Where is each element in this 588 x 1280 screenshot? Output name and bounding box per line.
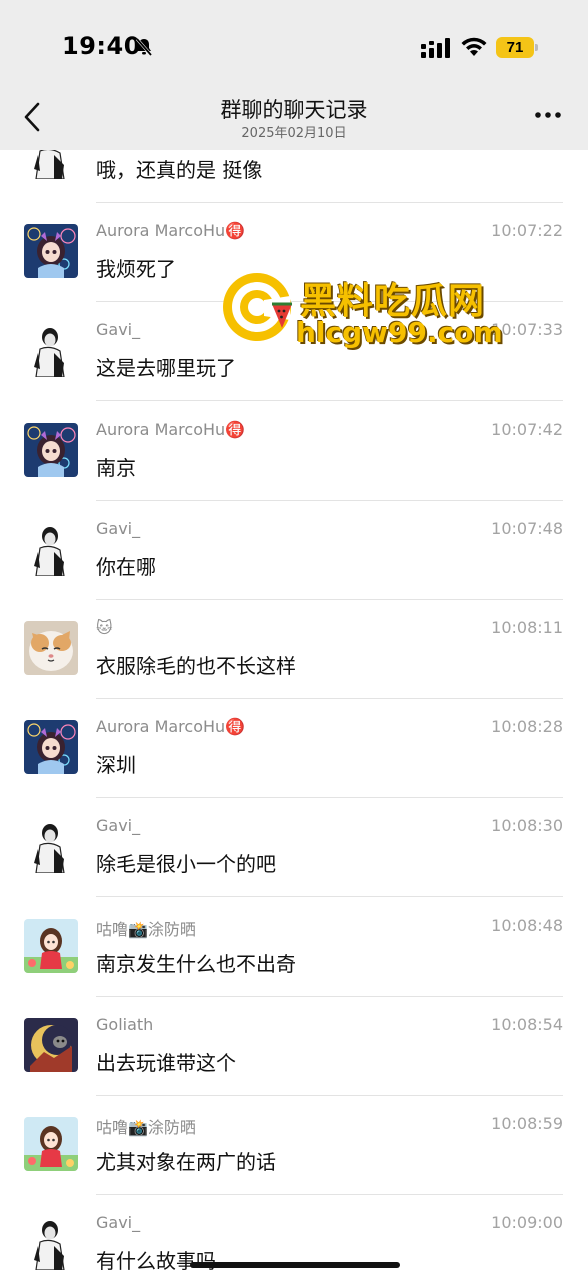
status-time: 19:40 [62,32,141,60]
wifi-icon [461,37,487,56]
message-row[interactable]: Aurora MarcoHu🉐 10:08:28 深圳 [0,699,588,799]
sender-name: 🐱 [96,618,113,637]
message-text: 除毛是很小一个的吧 [96,852,276,877]
avatar[interactable] [24,150,78,179]
page-title: 群聊的聊天记录 [220,98,368,122]
message-time: 10:07:42 [491,419,563,439]
top-bar: 19:40 71 群聊的聊天记录 2025年02月10日 [0,0,588,150]
message-row[interactable]: 咕噜📸涂防晒 10:08:59 尤其对象在两广的话 [0,1096,588,1195]
sender-name: Goliath [96,1014,154,1034]
sender-name: Aurora MarcoHu🉐 [96,221,246,241]
nav-bar: 群聊的聊天记录 2025年02月10日 [0,88,588,150]
message-row[interactable]: Aurora MarcoHu🉐 10:07:22 我烦死了 [0,203,588,303]
message-text: 你在哪 [96,554,156,579]
battery-cap [535,44,538,51]
avatar[interactable] [24,422,78,477]
message-row[interactable]: Gavi_ 10:07:48 你在哪 [0,501,588,600]
avatar[interactable] [24,621,78,675]
message-text: 这是去哪里玩了 [96,356,236,381]
message-text: 出去玩谁带这个 [96,1050,236,1075]
sender-name: Gavi_ [96,1213,141,1233]
message-row[interactable]: Goliath 10:08:54 出去玩谁带这个 [0,997,588,1096]
message-row[interactable]: 哦，还真的是 挺像 [0,150,588,203]
message-row[interactable]: 咕噜📸涂防晒 10:08:48 南京发生什么也不出奇 [0,898,588,997]
message-text: 哦，还真的是 挺像 [96,158,263,182]
message-row[interactable]: Gavi_ 10:07:33 这是去哪里玩了 [0,302,588,402]
page-subtitle-date: 2025年02月10日 [241,126,347,141]
battery-level: 71 [506,39,524,56]
home-indicator[interactable] [190,1262,400,1268]
avatar[interactable] [24,323,78,378]
bell-slash-icon [135,38,153,56]
message-row[interactable]: 🐱 10:08:11 衣服除毛的也不长这样 [0,600,588,699]
sender-name: Aurora MarcoHu🉐 [96,419,246,439]
message-row[interactable]: Gavi_ 10:08:30 除毛是很小一个的吧 [0,798,588,898]
message-text: 尤其对象在两广的话 [96,1150,276,1174]
message-row[interactable]: Aurora MarcoHu🉐 10:07:42 南京 [0,402,588,501]
signal-icon [421,38,450,58]
chat-record-list[interactable]: 哦，还真的是 挺像 Aurora MarcoHu🉐 10:07:22 我烦死了 Gavi… [0,150,588,1280]
avatar[interactable] [24,1117,78,1171]
message-text: 南京 [96,455,136,480]
message-text: 有什么故事吗 [96,1249,216,1274]
message-time: 10:07:48 [491,518,563,538]
message-time: 10:09:00 [491,1213,563,1233]
avatar[interactable] [24,819,78,874]
message-time: 10:07:22 [491,221,563,241]
message-time: 10:08:11 [491,618,563,637]
avatar[interactable] [24,1017,78,1072]
message-time: 10:08:28 [491,717,563,737]
avatar[interactable] [24,224,78,279]
battery-icon: 71 [496,37,538,58]
avatar[interactable] [24,521,78,576]
avatar[interactable] [24,918,78,973]
more-dots-icon[interactable] [534,110,562,120]
avatar[interactable] [24,720,78,775]
message-time: 10:07:33 [491,320,563,340]
sender-name: Gavi_ [96,518,141,538]
sender-name: 咕噜📸涂防晒 [96,919,196,939]
sender-name: Aurora MarcoHu🉐 [96,717,246,737]
message-time: 10:08:30 [491,816,563,836]
sender-name: 咕噜📸涂防晒 [96,1118,196,1137]
sender-name: Gavi_ [96,816,141,836]
message-text: 深圳 [96,753,136,778]
sender-name: Gavi_ [96,320,141,340]
message-text: 南京发生什么也不出奇 [96,951,296,976]
message-text: 衣服除毛的也不长这样 [96,654,296,678]
avatar[interactable] [24,1216,78,1271]
message-text: 我烦死了 [96,257,176,282]
battery-body: 71 [496,37,534,58]
message-time: 10:08:59 [491,1114,563,1133]
message-time: 10:08:48 [491,915,563,935]
message-time: 10:08:54 [491,1014,563,1034]
status-bar: 19:40 71 [0,0,588,92]
